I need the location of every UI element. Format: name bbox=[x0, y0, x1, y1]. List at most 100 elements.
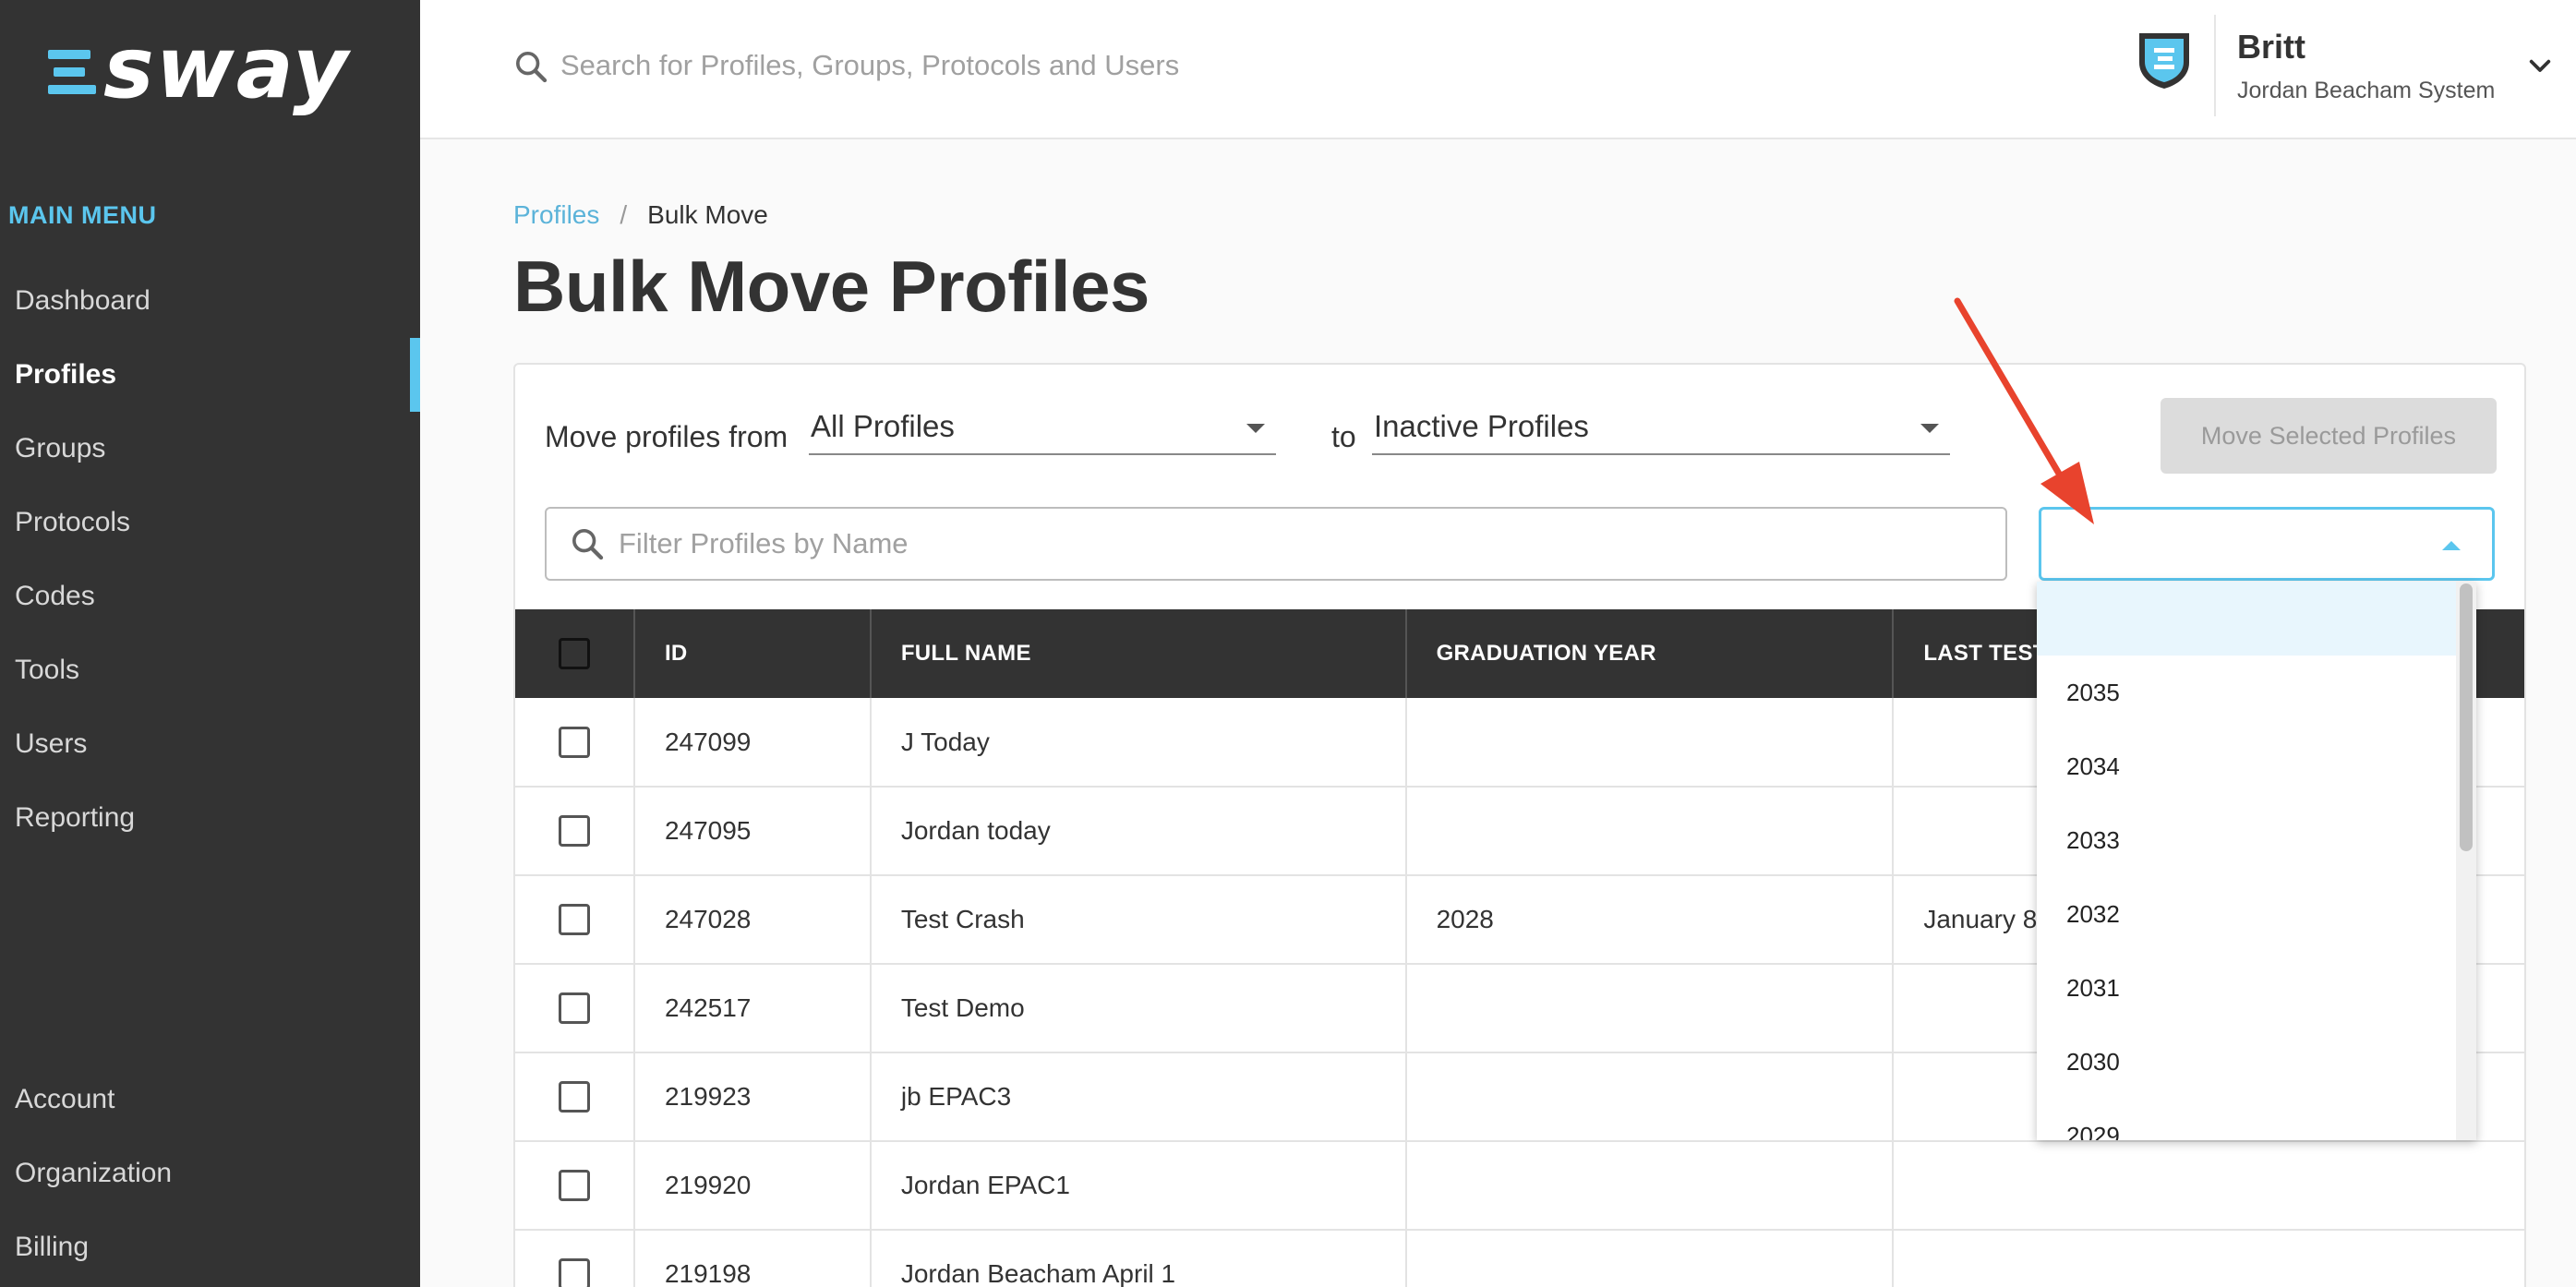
chevron-down-icon[interactable] bbox=[2525, 52, 2555, 86]
sidebar-item-profiles[interactable]: Profiles bbox=[0, 338, 420, 412]
search-icon bbox=[569, 525, 606, 567]
row-id: 247028 bbox=[633, 875, 872, 965]
filter-profiles-input[interactable] bbox=[619, 522, 1985, 566]
row-checkbox[interactable] bbox=[558, 726, 590, 758]
row-checkbox[interactable] bbox=[558, 1170, 590, 1202]
dropdown-caret-icon bbox=[1246, 424, 1265, 433]
sidebar: sway MAIN MENU Dashboard Profiles Groups… bbox=[0, 0, 420, 1287]
sidebar-item-users[interactable]: Users bbox=[0, 707, 420, 781]
page-title: Bulk Move Profiles bbox=[513, 246, 1150, 327]
move-selected-profiles-button[interactable]: Move Selected Profiles bbox=[2161, 398, 2497, 474]
year-option[interactable]: 2032 bbox=[2037, 877, 2456, 951]
logo-mark bbox=[48, 50, 96, 94]
caret-up-icon bbox=[2442, 541, 2461, 550]
row-id: 242517 bbox=[633, 964, 872, 1053]
move-to-label: to bbox=[1331, 420, 1356, 453]
move-to-value: Inactive Profiles bbox=[1374, 409, 1589, 443]
row-full-name: Test Demo bbox=[870, 964, 1407, 1053]
year-option[interactable]: 2030 bbox=[2037, 1025, 2456, 1099]
sidebar-item-billing[interactable]: Billing bbox=[0, 1210, 420, 1284]
row-full-name: J Today bbox=[870, 698, 1407, 788]
breadcrumb: Profiles / Bulk Move bbox=[513, 200, 768, 230]
sidebar-item-organization[interactable]: Organization bbox=[0, 1137, 420, 1210]
row-checkbox[interactable] bbox=[558, 904, 590, 936]
row-graduation-year bbox=[1405, 1230, 1895, 1287]
year-option[interactable]: 2029 bbox=[2037, 1099, 2456, 1140]
breadcrumb-separator: / bbox=[620, 200, 628, 229]
row-graduation-year bbox=[1405, 1052, 1895, 1142]
row-graduation-year bbox=[1405, 787, 1895, 876]
sidebar-item-account[interactable]: Account bbox=[0, 1063, 420, 1137]
sidebar-item-reporting[interactable]: Reporting bbox=[0, 781, 420, 855]
sidebar-item-codes[interactable]: Codes bbox=[0, 559, 420, 633]
select-all-checkbox[interactable] bbox=[558, 638, 590, 669]
user-divider bbox=[2214, 15, 2216, 116]
logo-text: sway bbox=[103, 18, 350, 117]
row-graduation-year bbox=[1405, 1141, 1895, 1231]
row-checkbox[interactable] bbox=[558, 992, 590, 1025]
graduation-year-options: 2035 2034 2033 2032 2031 2030 2029 bbox=[2037, 582, 2476, 1140]
annotation-arrow-icon bbox=[1954, 297, 2094, 524]
row-checkbox[interactable] bbox=[558, 1258, 590, 1287]
top-bar: Britt Jordan Beacham System bbox=[420, 0, 2576, 139]
breadcrumb-profiles-link[interactable]: Profiles bbox=[513, 200, 599, 229]
row-checkbox[interactable] bbox=[558, 815, 590, 848]
row-select-cell bbox=[515, 1141, 635, 1231]
sway-logo[interactable]: sway bbox=[48, 26, 350, 111]
sidebar-item-groups[interactable]: Groups bbox=[0, 412, 420, 486]
search-icon bbox=[512, 48, 549, 90]
select-all-cell bbox=[515, 609, 635, 698]
row-graduation-year bbox=[1405, 698, 1895, 788]
row-select-cell bbox=[515, 698, 635, 788]
row-select-cell bbox=[515, 1230, 635, 1287]
row-full-name: Jordan EPAC1 bbox=[870, 1141, 1407, 1231]
dropdown-scrollbar[interactable] bbox=[2456, 582, 2476, 1140]
row-last-test bbox=[1893, 1141, 2524, 1231]
year-option[interactable]: 2031 bbox=[2037, 951, 2456, 1025]
move-from-select[interactable]: All Profiles bbox=[809, 403, 1276, 455]
sidebar-item-protocols[interactable]: Protocols bbox=[0, 486, 420, 559]
row-full-name: jb EPAC3 bbox=[870, 1052, 1407, 1142]
row-select-cell bbox=[515, 1052, 635, 1142]
breadcrumb-current: Bulk Move bbox=[647, 200, 768, 229]
main-nav: Dashboard Profiles Groups Protocols Code… bbox=[0, 264, 420, 855]
dropdown-scrollbar-thumb[interactable] bbox=[2460, 583, 2473, 851]
year-option[interactable]: 2033 bbox=[2037, 803, 2456, 877]
row-id: 219198 bbox=[633, 1230, 872, 1287]
year-option-empty[interactable] bbox=[2037, 582, 2456, 656]
row-id: 219920 bbox=[633, 1141, 872, 1231]
main-menu-header: MAIN MENU bbox=[8, 201, 157, 229]
column-header-id[interactable]: ID bbox=[633, 609, 872, 698]
row-id: 247095 bbox=[633, 787, 872, 876]
year-option[interactable]: 2035 bbox=[2037, 656, 2456, 729]
bottom-nav: Account Organization Billing bbox=[0, 1063, 420, 1284]
shield-icon bbox=[2136, 30, 2193, 95]
table-row[interactable]: 219920 Jordan EPAC1 bbox=[515, 1141, 2524, 1231]
table-row[interactable]: 219198 Jordan Beacham April 1 bbox=[515, 1230, 2524, 1287]
row-full-name: Jordan Beacham April 1 bbox=[870, 1230, 1407, 1287]
global-search-input[interactable] bbox=[560, 44, 1484, 87]
row-full-name: Jordan today bbox=[870, 787, 1407, 876]
row-graduation-year: 2028 bbox=[1405, 875, 1895, 965]
user-organization[interactable]: Jordan Beacham System bbox=[2237, 78, 2495, 104]
row-id: 247099 bbox=[633, 698, 872, 788]
row-id: 219923 bbox=[633, 1052, 872, 1142]
row-checkbox[interactable] bbox=[558, 1081, 590, 1113]
filter-profiles-field bbox=[545, 507, 2007, 581]
row-select-cell bbox=[515, 964, 635, 1053]
move-to-select[interactable]: Inactive Profiles bbox=[1372, 403, 1950, 455]
row-select-cell bbox=[515, 875, 635, 965]
dropdown-caret-icon bbox=[1920, 424, 1939, 433]
sidebar-item-tools[interactable]: Tools bbox=[0, 633, 420, 707]
column-header-graduation-year[interactable]: GRADUATION YEAR bbox=[1405, 609, 1895, 698]
year-option[interactable]: 2034 bbox=[2037, 729, 2456, 803]
sidebar-item-dashboard[interactable]: Dashboard bbox=[0, 264, 420, 338]
row-select-cell bbox=[515, 787, 635, 876]
move-from-value: All Profiles bbox=[811, 409, 955, 443]
row-last-test bbox=[1893, 1230, 2524, 1287]
user-name[interactable]: Britt bbox=[2237, 28, 2305, 66]
column-header-full-name[interactable]: FULL NAME bbox=[870, 609, 1407, 698]
move-from-label: Move profiles from bbox=[545, 420, 788, 453]
row-full-name: Test Crash bbox=[870, 875, 1407, 965]
row-graduation-year bbox=[1405, 964, 1895, 1053]
